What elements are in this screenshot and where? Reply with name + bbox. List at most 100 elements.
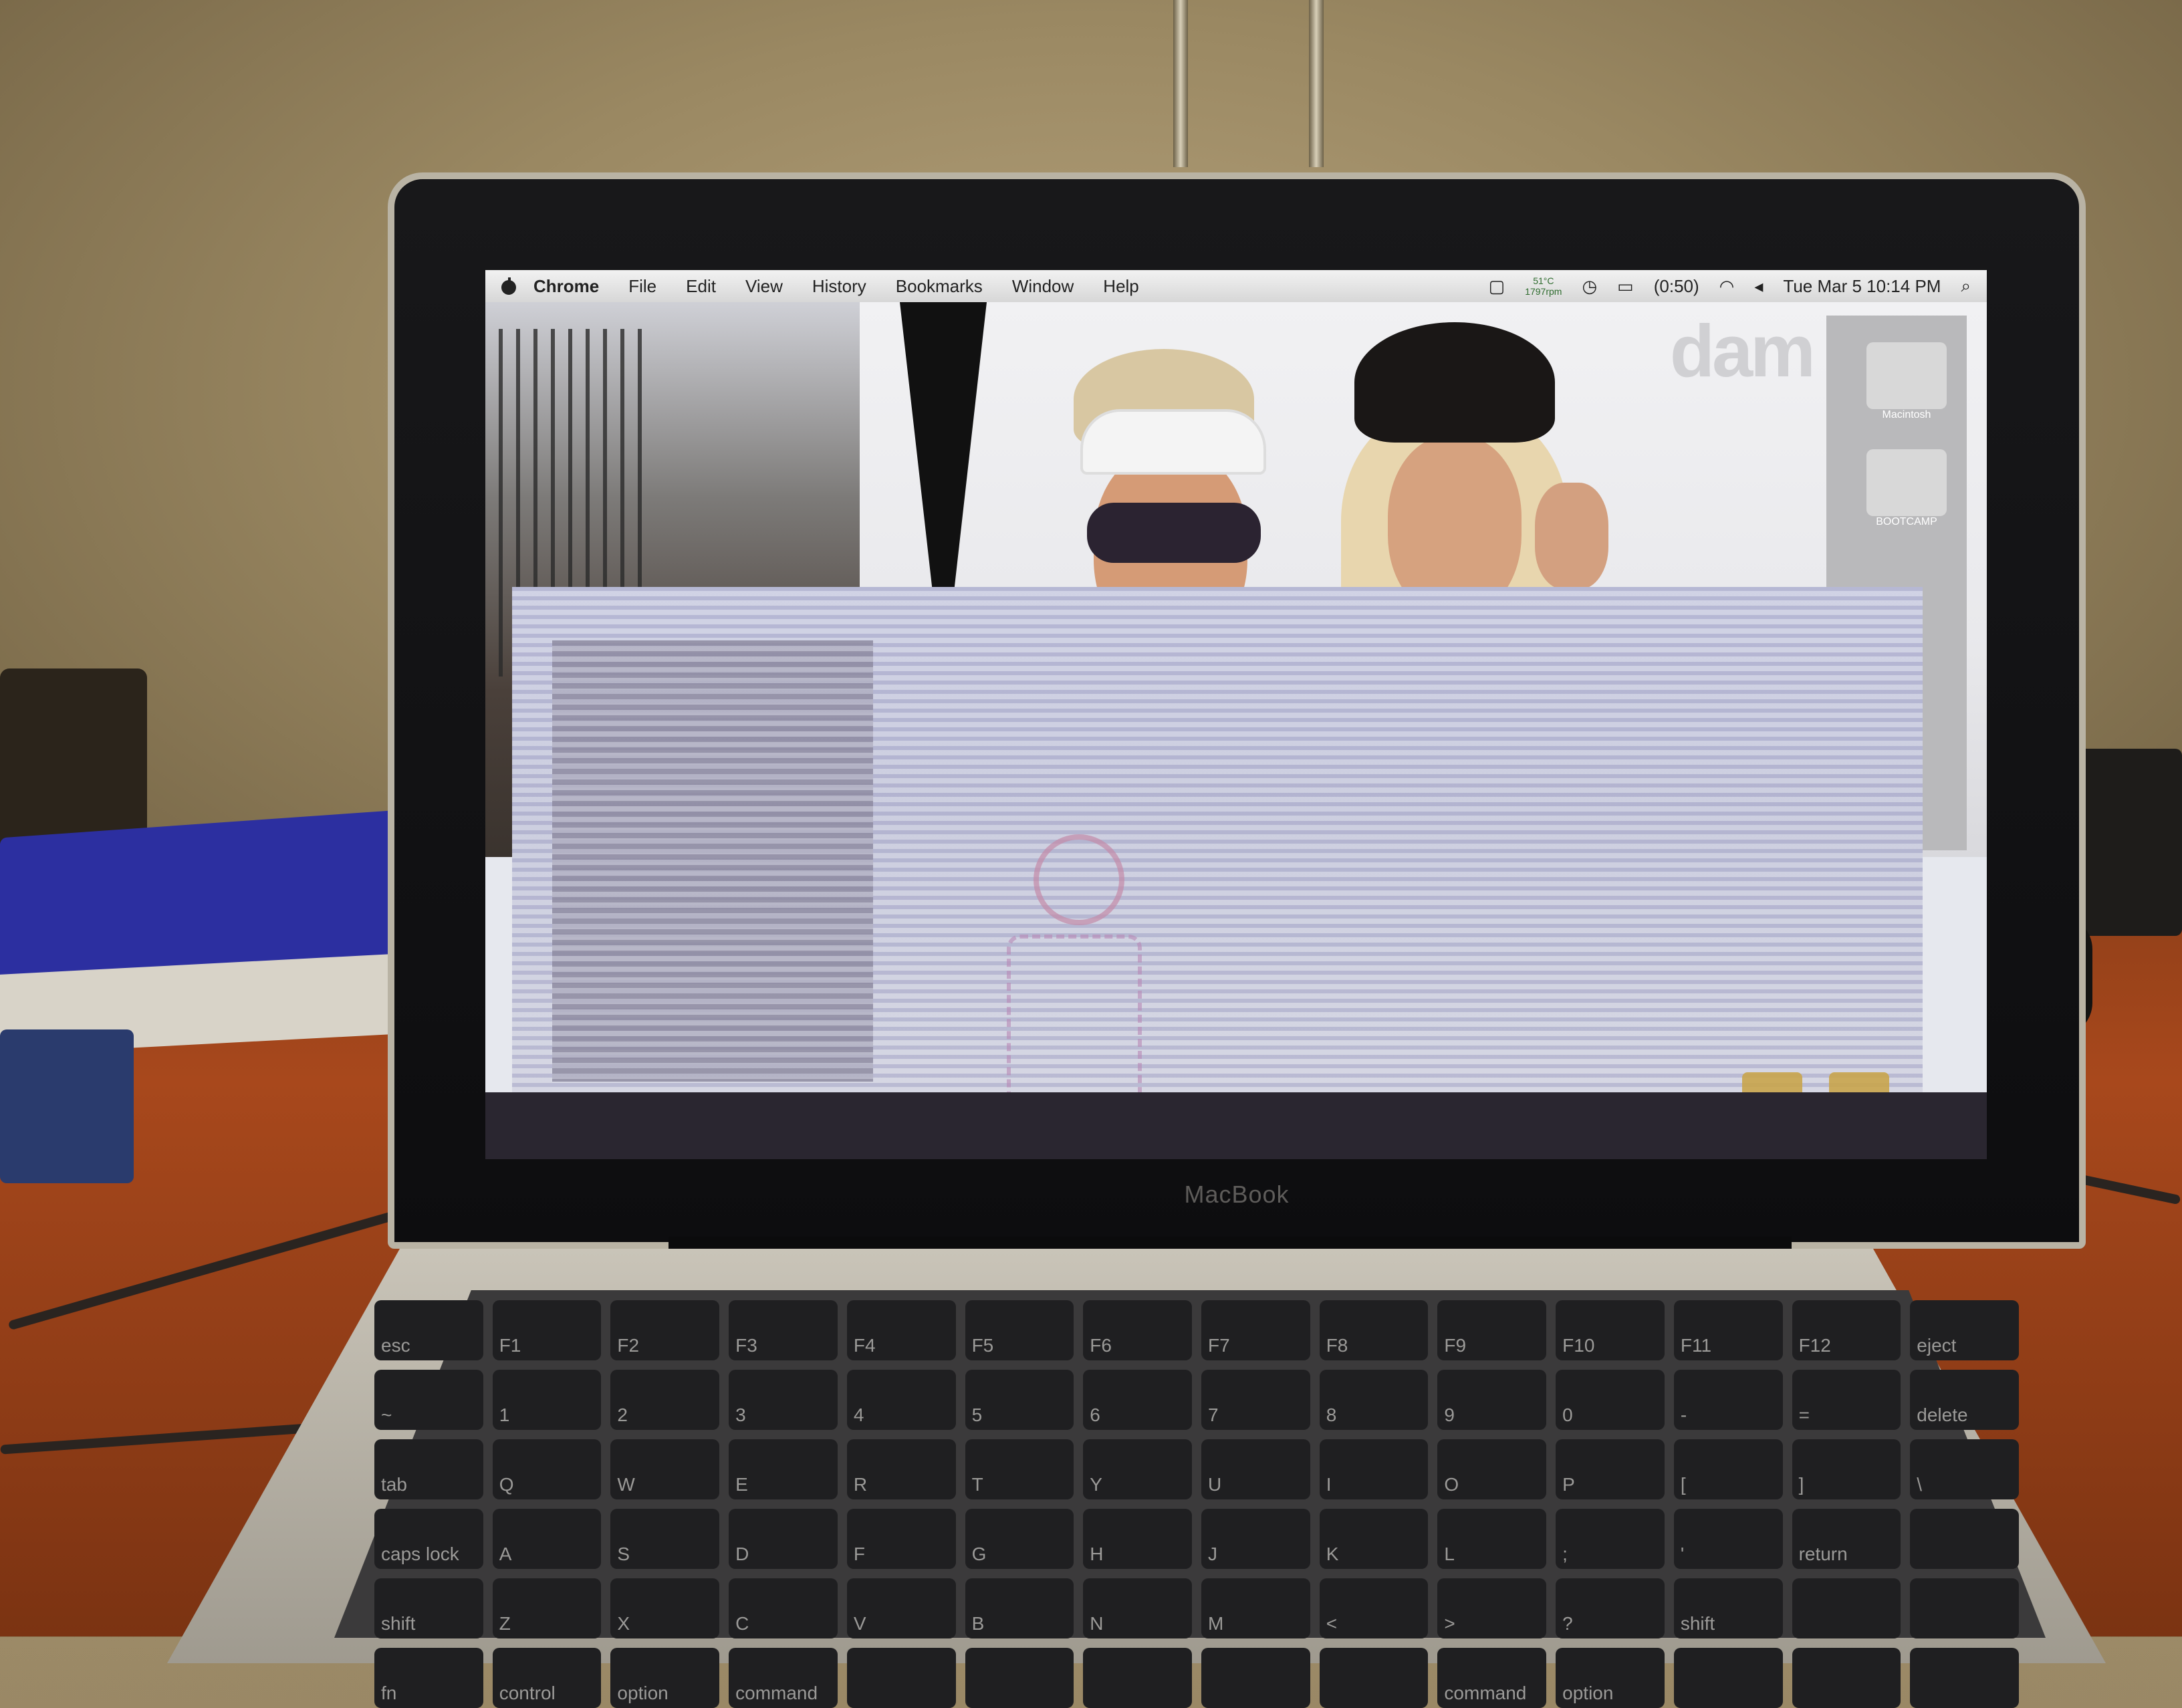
keyboard-key[interactable]: 0: [1556, 1370, 1665, 1430]
keyboard-key[interactable]: esc: [374, 1300, 483, 1360]
menu-bookmarks[interactable]: Bookmarks: [881, 276, 997, 297]
keyboard-key[interactable]: >: [1437, 1578, 1547, 1638]
keyboard-key[interactable]: H: [1083, 1509, 1192, 1569]
keyboard-key[interactable]: shift: [1673, 1578, 1783, 1638]
keyboard-key[interactable]: command: [1437, 1648, 1547, 1708]
keyboard-key[interactable]: U: [1201, 1439, 1310, 1499]
keyboard-key[interactable]: O: [1437, 1439, 1547, 1499]
keyboard-key[interactable]: 8: [1319, 1370, 1429, 1430]
keyboard-key[interactable]: [1792, 1578, 1901, 1638]
keyboard-key[interactable]: T: [965, 1439, 1074, 1499]
app-menu-chrome[interactable]: Chrome: [519, 276, 614, 297]
menu-file[interactable]: File: [614, 276, 671, 297]
keyboard-key[interactable]: M: [1201, 1578, 1310, 1638]
keyboard-key[interactable]: 3: [729, 1370, 838, 1430]
keyboard-key[interactable]: ?: [1556, 1578, 1665, 1638]
keyboard-key[interactable]: =: [1792, 1370, 1901, 1430]
keyboard-key[interactable]: [1910, 1509, 2019, 1569]
keyboard-key[interactable]: 1: [492, 1370, 602, 1430]
window-icon[interactable]: ▢: [1489, 276, 1505, 297]
keyboard-key[interactable]: control: [492, 1648, 602, 1708]
keyboard-key[interactable]: fn: [374, 1648, 483, 1708]
wifi-icon[interactable]: ◠: [1719, 276, 1735, 297]
keyboard-key[interactable]: B: [965, 1578, 1074, 1638]
menu-edit[interactable]: Edit: [671, 276, 731, 297]
keyboard-key[interactable]: 6: [1083, 1370, 1192, 1430]
keyboard-key[interactable]: ]: [1792, 1439, 1901, 1499]
keyboard-key[interactable]: caps lock: [374, 1509, 483, 1569]
keyboard-key[interactable]: F3: [729, 1300, 838, 1360]
drive-icon-macintosh[interactable]: Macintosh: [1866, 342, 1947, 421]
keyboard-key[interactable]: Z: [492, 1578, 602, 1638]
battery-time[interactable]: (0:50): [1654, 276, 1699, 297]
keyboard-key[interactable]: A: [492, 1509, 602, 1569]
clock[interactable]: Tue Mar 5 10:14 PM: [1783, 276, 1941, 297]
keyboard-key[interactable]: shift: [374, 1578, 483, 1638]
keyboard-key[interactable]: P: [1556, 1439, 1665, 1499]
keyboard-key[interactable]: [1083, 1648, 1192, 1708]
keyboard-key[interactable]: \: [1910, 1439, 2019, 1499]
volume-icon[interactable]: ◂: [1754, 276, 1763, 297]
keyboard-key[interactable]: [1792, 1648, 1901, 1708]
keyboard-key[interactable]: <: [1319, 1578, 1429, 1638]
menu-history[interactable]: History: [798, 276, 881, 297]
keyboard-key[interactable]: E: [729, 1439, 838, 1499]
keyboard-key[interactable]: F12: [1792, 1300, 1901, 1360]
apple-icon[interactable]: [499, 276, 519, 296]
keyboard-key[interactable]: ;: [1556, 1509, 1665, 1569]
menu-view[interactable]: View: [731, 276, 798, 297]
keyboard-key[interactable]: L: [1437, 1509, 1547, 1569]
drive-icon-bootcamp[interactable]: BOOTCAMP: [1866, 449, 1947, 528]
keyboard-key[interactable]: Q: [492, 1439, 602, 1499]
keyboard-key[interactable]: F7: [1201, 1300, 1310, 1360]
keyboard-key[interactable]: F4: [846, 1300, 956, 1360]
keyboard-key[interactable]: option: [610, 1648, 720, 1708]
keyboard-key[interactable]: F8: [1319, 1300, 1429, 1360]
keyboard-key[interactable]: [1910, 1578, 2019, 1638]
keyboard-key[interactable]: F1: [492, 1300, 602, 1360]
keyboard-key[interactable]: F9: [1437, 1300, 1547, 1360]
time-machine-icon[interactable]: ◷: [1582, 276, 1597, 297]
keyboard-key[interactable]: eject: [1910, 1300, 2019, 1360]
keyboard-key[interactable]: D: [729, 1509, 838, 1569]
temperature-monitor[interactable]: 51°C 1797rpm: [1525, 275, 1562, 297]
keyboard-key[interactable]: ': [1673, 1509, 1783, 1569]
keyboard-key[interactable]: tab: [374, 1439, 483, 1499]
keyboard-key[interactable]: F6: [1083, 1300, 1192, 1360]
keyboard-key[interactable]: delete: [1910, 1370, 2019, 1430]
keyboard-key[interactable]: J: [1201, 1509, 1310, 1569]
keyboard-key[interactable]: W: [610, 1439, 720, 1499]
keyboard-key[interactable]: option: [1556, 1648, 1665, 1708]
keyboard-key[interactable]: 5: [965, 1370, 1074, 1430]
keyboard-key[interactable]: F: [846, 1509, 956, 1569]
keyboard-key[interactable]: [1319, 1648, 1429, 1708]
keyboard-key[interactable]: R: [846, 1439, 956, 1499]
menu-window[interactable]: Window: [997, 276, 1088, 297]
keyboard-key[interactable]: F5: [965, 1300, 1074, 1360]
keyboard-key[interactable]: Y: [1083, 1439, 1192, 1499]
keyboard-key[interactable]: -: [1673, 1370, 1783, 1430]
keyboard-key[interactable]: [1910, 1648, 2019, 1708]
keyboard-key[interactable]: 7: [1201, 1370, 1310, 1430]
keyboard-key[interactable]: V: [846, 1578, 956, 1638]
keyboard-key[interactable]: ~: [374, 1370, 483, 1430]
keyboard-key[interactable]: C: [729, 1578, 838, 1638]
keyboard-key[interactable]: 9: [1437, 1370, 1547, 1430]
keyboard-key[interactable]: return: [1792, 1509, 1901, 1569]
keyboard-key[interactable]: [: [1673, 1439, 1783, 1499]
keyboard-key[interactable]: X: [610, 1578, 720, 1638]
keyboard-key[interactable]: F11: [1673, 1300, 1783, 1360]
keyboard-key[interactable]: 4: [846, 1370, 956, 1430]
keyboard-key[interactable]: K: [1319, 1509, 1429, 1569]
keyboard-key[interactable]: [1201, 1648, 1310, 1708]
keyboard-key[interactable]: N: [1083, 1578, 1192, 1638]
keyboard-key[interactable]: 2: [610, 1370, 720, 1430]
keyboard-key[interactable]: G: [965, 1509, 1074, 1569]
keyboard-key[interactable]: F2: [610, 1300, 720, 1360]
keyboard-key[interactable]: S: [610, 1509, 720, 1569]
menu-help[interactable]: Help: [1088, 276, 1153, 297]
keyboard-key[interactable]: command: [729, 1648, 838, 1708]
keyboard-key[interactable]: [846, 1648, 956, 1708]
battery-icon[interactable]: ▭: [1617, 276, 1634, 297]
keyboard-key[interactable]: [1673, 1648, 1783, 1708]
